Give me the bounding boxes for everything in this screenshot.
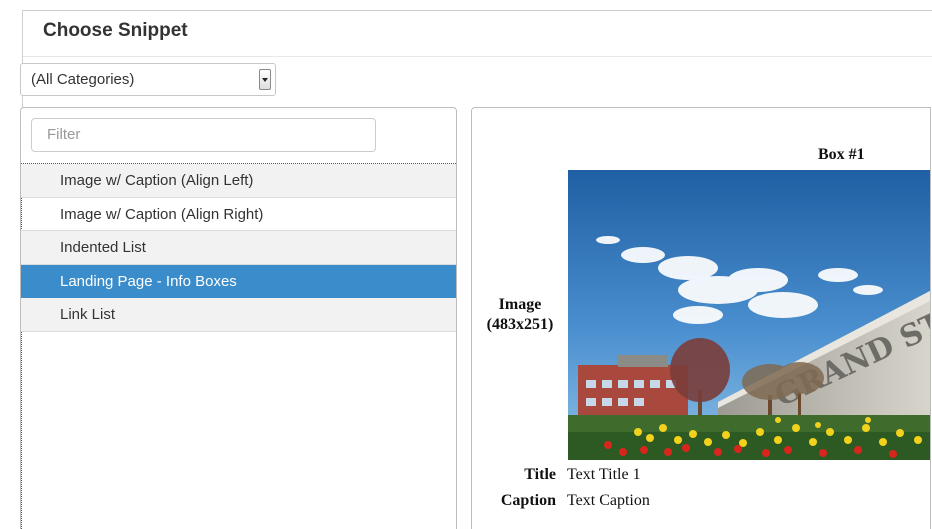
dialog-title: Choose Snippet bbox=[43, 20, 188, 41]
list-item[interactable]: Image w/ Caption (Align Left) bbox=[21, 164, 456, 198]
list-item-selected[interactable]: Landing Page - Info Boxes bbox=[21, 264, 456, 298]
preview-photo: GRAND STATE UNIVER bbox=[568, 170, 930, 460]
snippet-list: Image w/ Caption (Align Left) Image w/ C… bbox=[21, 163, 456, 332]
chevron-down-icon[interactable] bbox=[259, 69, 271, 90]
snippet-preview-panel: Box #1 Image (483x251) Title Text Title … bbox=[471, 107, 931, 529]
box-title: Box #1 bbox=[818, 146, 865, 163]
list-item[interactable]: Link List bbox=[21, 298, 456, 332]
filter-input[interactable]: Filter bbox=[31, 118, 376, 152]
list-item[interactable]: Indented List bbox=[21, 231, 456, 265]
filter-placeholder: Filter bbox=[47, 126, 81, 143]
category-select[interactable]: (All Categories) bbox=[20, 63, 276, 96]
snippet-list-panel: Filter Image w/ Caption (Align Left) Ima… bbox=[20, 107, 457, 529]
image-label-text: Image bbox=[498, 296, 542, 313]
category-select-value: (All Categories) bbox=[31, 71, 135, 88]
list-item[interactable]: Image w/ Caption (Align Right) bbox=[21, 198, 456, 231]
caption-label: Caption bbox=[500, 492, 556, 509]
caption-value: Text Caption bbox=[567, 492, 650, 509]
image-size-text: (483x251) bbox=[486, 316, 554, 333]
title-label: Title bbox=[524, 466, 556, 483]
image-label: Image (483x251) bbox=[472, 295, 568, 335]
title-value: Text Title 1 bbox=[567, 466, 641, 483]
dialog-header: Choose Snippet bbox=[23, 11, 932, 57]
